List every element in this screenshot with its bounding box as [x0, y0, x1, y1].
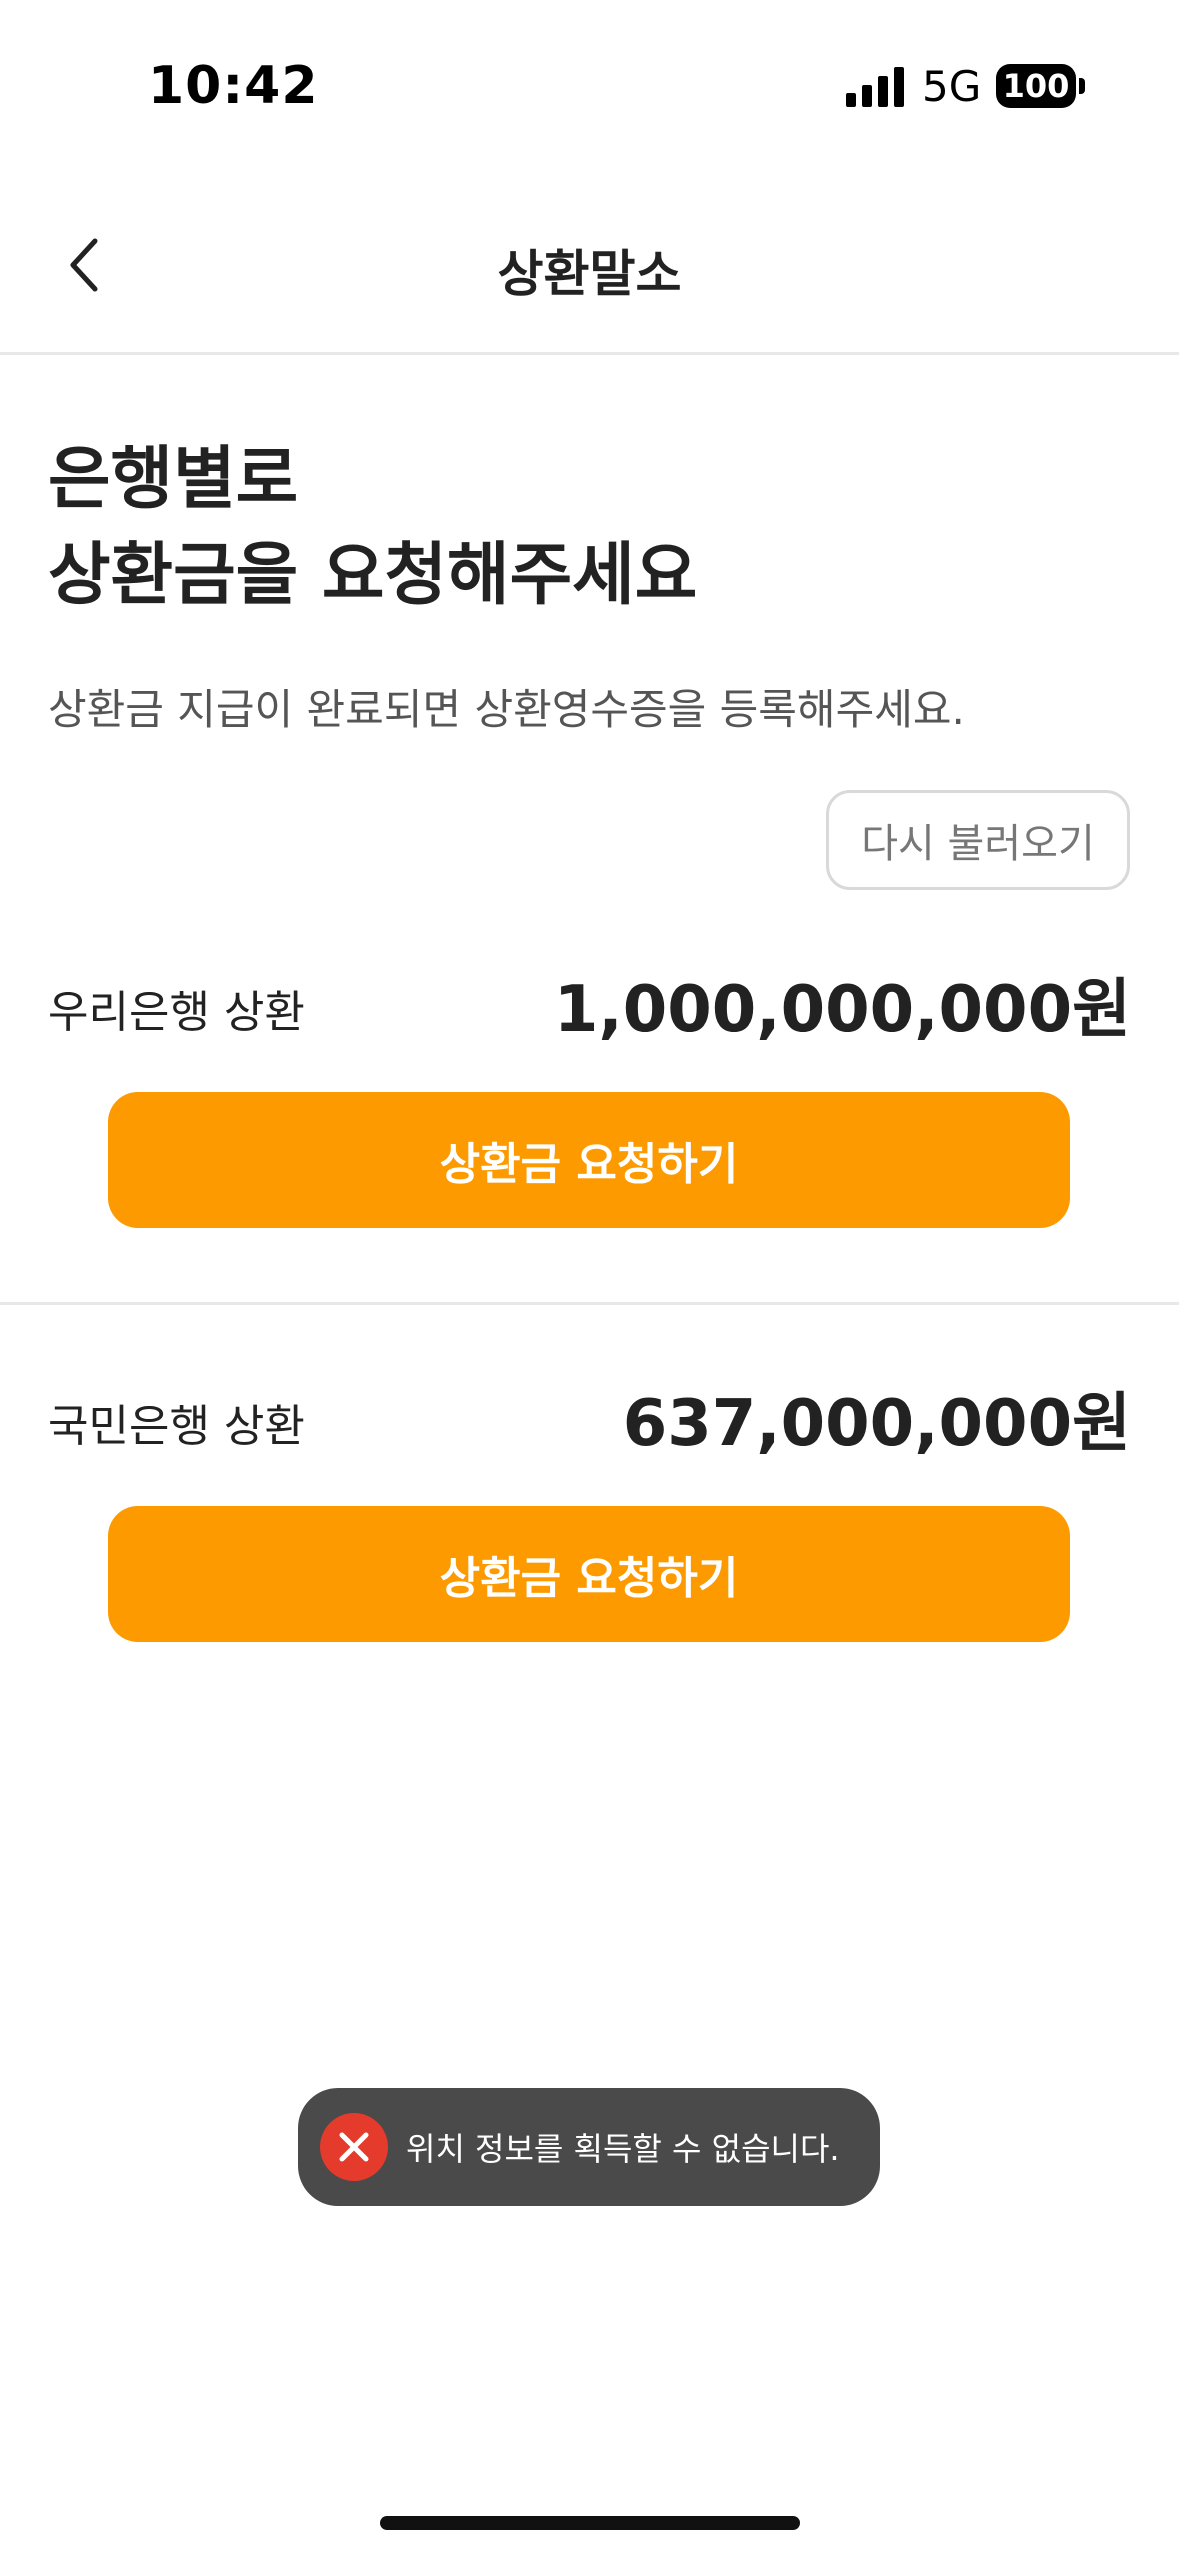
- bank-label: 국민은행 상환: [48, 1401, 305, 1452]
- reload-button[interactable]: 다시 불러오기: [826, 790, 1130, 890]
- status-time: 10:42: [148, 56, 319, 116]
- bank-label: 우리은행 상환: [48, 987, 305, 1038]
- page-title: 상환말소: [497, 245, 682, 303]
- description-text: 상환금 지급이 완료되면 상환영수증을 등록해주세요.: [48, 685, 965, 734]
- status-bar: 10:42 5G 100: [0, 0, 1179, 150]
- headline: 은행별로 상환금을 요청해주세요: [48, 432, 697, 624]
- section-divider: [0, 1302, 1179, 1305]
- bank-row-kb: 국민은행 상환 637,000,000원: [48, 1374, 1131, 1464]
- error-toast: 위치 정보를 획득할 수 없습니다.: [298, 2088, 880, 2206]
- nav-divider: [0, 352, 1179, 355]
- cellular-signal-icon: [846, 67, 904, 107]
- toast-message: 위치 정보를 획득할 수 없습니다.: [406, 2130, 840, 2168]
- headline-line2: 상환금을 요청해주세요: [48, 536, 698, 615]
- bank-amount: 637,000,000원: [622, 1387, 1131, 1461]
- request-repayment-button-woori[interactable]: 상환금 요청하기: [108, 1092, 1070, 1228]
- home-indicator[interactable]: [380, 2516, 800, 2530]
- headline-line1: 은행별로: [48, 440, 299, 519]
- repayment-screen: 10:42 5G 100 상환말소 은행별로 상환금을 요청해주세요 상환금 지…: [0, 0, 1179, 2556]
- battery-cap: [1079, 78, 1085, 94]
- battery-icon: 100: [996, 64, 1076, 108]
- request-repayment-button-kb[interactable]: 상환금 요청하기: [108, 1506, 1070, 1642]
- network-type: 5G: [922, 62, 982, 111]
- error-x-icon: [320, 2113, 388, 2181]
- bank-amount: 1,000,000,000원: [553, 973, 1131, 1047]
- nav-bar: 상환말소: [0, 190, 1179, 340]
- bank-row-woori: 우리은행 상환 1,000,000,000원: [48, 960, 1131, 1050]
